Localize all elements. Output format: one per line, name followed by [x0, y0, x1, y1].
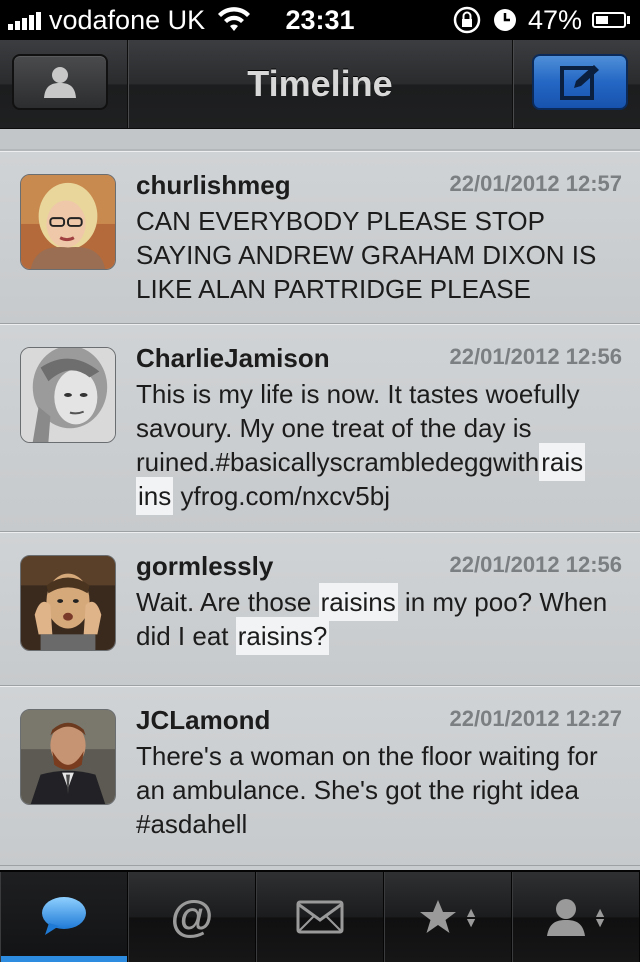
avatar[interactable] — [20, 709, 116, 805]
tweet-timestamp: 22/01/2012 12:57 — [449, 171, 623, 196]
chevron-up-down-icon: ▲ ▼ — [464, 904, 478, 930]
highlighted-word: raisins? — [235, 617, 330, 655]
tweet-text: CAN EVERYBODY PLEASE STOP SAYING ANDREW … — [136, 206, 597, 304]
tweet-timestamp: 22/01/2012 12:56 — [449, 344, 623, 369]
tab-timeline[interactable] — [0, 872, 128, 962]
tweet-text: There's a woman on the floor waiting for… — [136, 741, 598, 839]
tweet-timestamp: 22/01/2012 12:56 — [449, 552, 623, 577]
compose-button[interactable] — [532, 54, 628, 110]
alarm-clock-icon — [493, 9, 516, 31]
page-title: Timeline — [247, 63, 393, 104]
tweet-author[interactable]: JCLamond — [136, 705, 270, 736]
signal-strength-icon — [8, 10, 41, 30]
battery-icon — [592, 12, 630, 28]
star-icon — [420, 900, 457, 933]
battery-percentage: 47% — [527, 4, 582, 35]
wifi-icon — [218, 7, 251, 31]
tab-mentions[interactable]: @ — [128, 872, 256, 962]
rotation-lock-icon — [453, 6, 481, 34]
chevron-up-down-icon: ▲ ▼ — [593, 904, 607, 930]
tweet-row[interactable]: churlishmeg 22/01/2012 12:57 CAN EVERYBO… — [0, 151, 640, 324]
status-bar: vodafone UK 23:31 47% — [0, 0, 640, 40]
tweet-link[interactable]: yfrog.com/nxcv5bj — [173, 481, 390, 511]
person-icon — [547, 899, 586, 936]
nav-divider — [512, 40, 514, 128]
tweet-author[interactable]: gormlessly — [136, 551, 273, 582]
highlighted-word: ins — [136, 477, 174, 515]
tweet-row[interactable]: CharlieJamison 22/01/2012 12:56 This is … — [0, 324, 640, 532]
tab-messages[interactable] — [256, 872, 384, 962]
envelope-icon — [296, 900, 344, 934]
tweet-text-segment: This is my life is now. It tastes woeful… — [136, 379, 580, 477]
avatar[interactable] — [20, 347, 116, 443]
highlighted-word: rais — [539, 443, 586, 481]
compose-icon — [560, 65, 599, 100]
tweet-row[interactable]: JCLamond 22/01/2012 12:27 There's a woma… — [0, 686, 640, 866]
tweet-text-segment: Wait. Are those — [136, 587, 319, 617]
tab-favorites[interactable]: ▲ ▼ — [384, 872, 512, 962]
tweet-text: Wait. Are those raisins in my poo? When … — [136, 583, 626, 655]
carrier-name: vodafone UK — [49, 4, 206, 35]
timeline-list[interactable]: churlishmeg 22/01/2012 12:57 CAN EVERYBO… — [0, 129, 640, 869]
tweet-timestamp: 22/01/2012 12:27 — [449, 706, 623, 731]
person-icon — [44, 67, 76, 98]
tweet-author[interactable]: churlishmeg — [136, 170, 291, 201]
tweet-row[interactable]: gormlessly 22/01/2012 12:56 Wait. Are th… — [0, 532, 640, 686]
avatar[interactable] — [20, 174, 116, 270]
at-sign-icon: @ — [170, 892, 214, 941]
tab-profile[interactable]: ▲ ▼ — [512, 872, 640, 962]
highlighted-word: raisins — [318, 583, 398, 621]
accounts-button[interactable] — [12, 54, 108, 110]
avatar[interactable] — [20, 555, 116, 651]
tab-bar: @ ▲ ▼ ▲ ▼ — [0, 870, 640, 962]
tweet-author[interactable]: CharlieJamison — [136, 343, 330, 374]
speech-bubble-icon — [42, 897, 86, 935]
tweet-text: This is my life is now. It tastes woeful… — [136, 377, 626, 515]
active-tab-indicator — [1, 956, 127, 962]
navigation-bar: Timeline — [0, 40, 640, 129]
list-top-edge — [0, 129, 640, 151]
